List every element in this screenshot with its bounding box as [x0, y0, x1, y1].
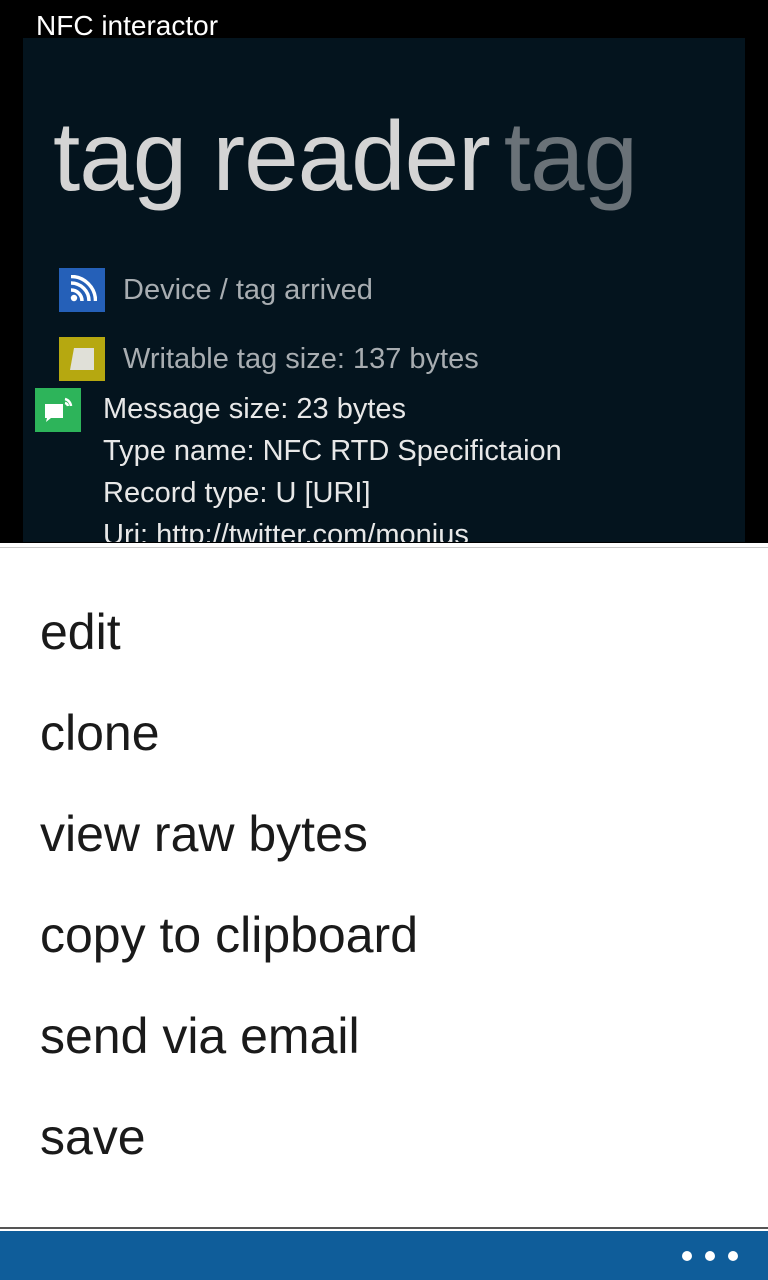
event-text: Device / tag arrived: [123, 273, 373, 306]
dot: [728, 1251, 738, 1261]
panorama-title-current: tag reader: [53, 101, 491, 211]
ellipsis-icon[interactable]: [682, 1243, 738, 1269]
event-text: Writable tag size: 137 bytes: [123, 342, 479, 375]
event-row-arrived: Device / tag arrived: [59, 268, 373, 312]
message-icon: [35, 388, 81, 432]
menu-item-send-via-email[interactable]: send via email: [40, 996, 360, 1076]
panorama-view[interactable]: tag reader tag Device / tag arrived Writa…: [23, 38, 745, 542]
event-row-writable: Writable tag size: 137 bytes: [59, 337, 479, 381]
context-menu: edit clone view raw bytes copy to clipbo…: [0, 543, 768, 1231]
message-size: Message size: 23 bytes: [103, 393, 407, 425]
panorama-title: tag reader tag: [53, 96, 638, 216]
message-type-name: Type name: NFC RTD Specifictaion: [103, 435, 562, 467]
dot: [682, 1251, 692, 1261]
menu-item-edit[interactable]: edit: [40, 592, 121, 672]
message-record-type: Record type: U [URI]: [103, 477, 371, 509]
message-lines: Message size: 23 bytes Type name: NFC RT…: [103, 388, 562, 542]
menu-item-view-raw-bytes[interactable]: view raw bytes: [40, 794, 368, 874]
panorama-title-next[interactable]: tag: [504, 101, 638, 211]
dot: [705, 1251, 715, 1261]
app-bar: [0, 1231, 768, 1280]
nfc-signal-icon: [59, 268, 105, 312]
menu-item-clone[interactable]: clone: [40, 693, 160, 773]
tag-icon: [59, 337, 105, 381]
menu-item-save[interactable]: save: [40, 1097, 146, 1177]
menu-item-copy-to-clipboard[interactable]: copy to clipboard: [40, 895, 418, 975]
message-uri: Uri: http://twitter.com/monius: [103, 519, 469, 542]
